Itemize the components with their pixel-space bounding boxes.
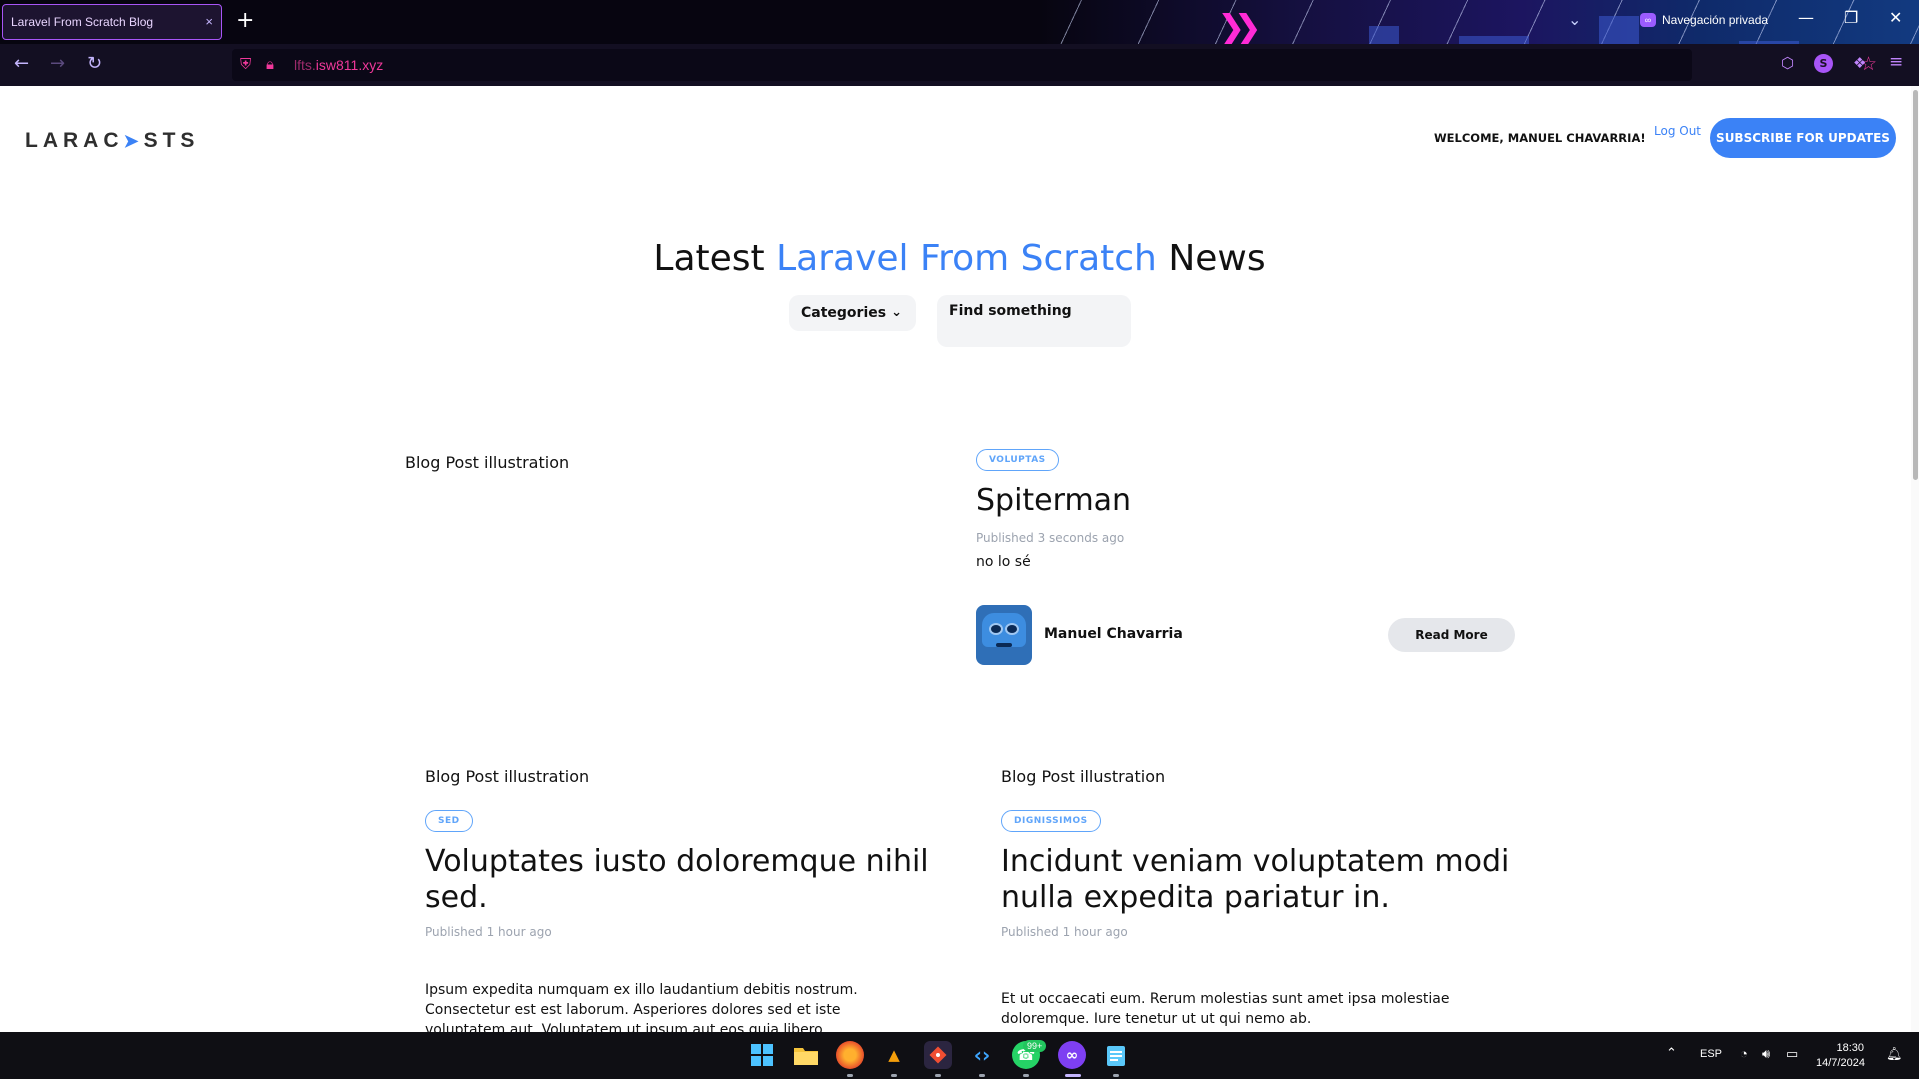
battery-icon[interactable]: ▭ [1786,1046,1798,1062]
welcome-text: WELCOME, MANUEL CHAVARRIA! [1434,131,1646,145]
post-image: Blog Post illustration [425,767,590,786]
search-input[interactable] [949,303,1119,319]
restore-button[interactable]: ❐ [1844,8,1858,27]
read-more-button[interactable]: Read More [1388,618,1515,652]
featured-post-image: Blog Post illustration [405,453,570,472]
published-date: Published 3 seconds ago [976,531,1125,545]
page-scrollbar[interactable] [1911,86,1919,1032]
dbeaver-icon[interactable]: ▲ [880,1041,908,1069]
pocket-icon[interactable]: ⬡ [1781,54,1794,72]
browser-nav-bar: ← → ↻ ⛨ 🔒︎ lfts.isw811.xyz ☆ ⬡ S ❖ ≡ [0,44,1919,86]
close-window-button[interactable]: ✕ [1889,8,1902,27]
featured-post-excerpt: no lo sé [976,554,1031,570]
private-mask-icon: ∞ [1640,13,1656,27]
chevron-art-icon: ❯❯ [1217,8,1262,44]
categories-label: Categories [801,305,887,321]
volume-icon[interactable]: 🔊︎ [1762,1046,1770,1062]
notification-count-badge: 99+ [1023,1040,1047,1052]
tab-active[interactable]: Laravel From Scratch Blog × [2,4,222,40]
chevron-down-icon: ⌄ [891,305,902,320]
account-avatar[interactable]: S [1814,54,1833,73]
logout-link[interactable]: Log Out [1654,124,1701,138]
vscode-icon[interactable]: ‹› [968,1041,996,1069]
windows-start-icon[interactable] [748,1041,776,1069]
page-viewport: LARAC➤STS WELCOME, MANUEL CHAVARRIA! Log… [0,86,1919,1032]
tab-close-icon[interactable]: × [205,5,213,39]
title-accent: Laravel From Scratch [776,238,1157,279]
system-clock[interactable]: 18:30 14/7/2024 [1816,1041,1865,1071]
featured-post-title[interactable]: Spiterman [976,483,1131,519]
category-badge[interactable]: VOLUPTAS [976,449,1059,471]
list-all-tabs-icon[interactable]: ⌄ [1568,10,1581,29]
site-logo[interactable]: LARAC➤STS [25,129,199,153]
forward-button[interactable]: → [50,53,65,74]
post-excerpt: Et ut occaecati eum. Rerum molestias sun… [1001,991,1450,1027]
extensions-icon[interactable]: ❖ [1853,54,1866,72]
author-avatar [976,605,1032,665]
private-browsing-label: Navegación privada [1662,13,1769,27]
private-browsing-indicator: ∞ Navegación privada [1640,13,1768,27]
published-date: Published 1 hour ago [425,925,552,939]
file-explorer-icon[interactable] [792,1041,820,1069]
post-title[interactable]: Incidunt veniam voluptatem modi nulla ex… [1001,844,1521,916]
category-badge[interactable]: SED [425,810,473,832]
wifi-icon[interactable]: ◔ [1740,1046,1748,1061]
post-title[interactable]: Voluptates iusto doloremque nihil sed. [425,844,945,916]
category-badge[interactable]: DIGNISSIMOS [1001,810,1101,832]
subscribe-button[interactable]: SUBSCRIBE FOR UPDATES [1710,118,1896,158]
post-image: Blog Post illustration [1001,767,1166,786]
search-box[interactable] [937,295,1131,347]
os-taskbar: ▲ ‹› ☎︎ 99+ ∞ ⌃ ESP ◔ 🔊︎ ▭ 18:30 14/7/20… [0,1032,1919,1079]
paper-plane-icon: ➤ [123,131,144,151]
notepad-icon[interactable] [1102,1041,1130,1069]
tracking-protection-icon[interactable]: ⛨ [240,55,251,73]
reload-button[interactable]: ↻ [87,53,102,74]
git-app-icon[interactable] [924,1041,952,1069]
firefox-icon[interactable] [836,1041,864,1069]
notifications-icon[interactable]: 🔔︎ [1886,1046,1903,1062]
new-tab-button[interactable]: + [236,8,254,34]
tray-overflow-icon[interactable]: ⌃ [1666,1045,1677,1061]
clock-date: 14/7/2024 [1816,1057,1865,1069]
lock-insecure-icon[interactable]: 🔒︎ [266,55,274,73]
firefox-private-icon[interactable]: ∞ [1058,1041,1086,1069]
clock-time: 18:30 [1836,1042,1864,1054]
post-excerpt: Ipsum expedita numquam ex illo laudantiu… [425,982,858,1032]
input-language[interactable]: ESP [1700,1048,1722,1060]
theme-background-art: ❯❯ [1039,0,1919,44]
menu-icon[interactable]: ≡ [1889,52,1903,72]
browser-tab-bar: ❯❯ Laravel From Scratch Blog × + ⌄ ∞ Nav… [0,0,1919,44]
scrollbar-thumb[interactable] [1913,90,1918,480]
back-button[interactable]: ← [14,53,29,74]
url-text[interactable]: lfts.isw811.xyz [294,57,383,73]
page-title: Latest Laravel From Scratch News [653,238,1266,279]
author-name: Manuel Chavarria [1044,626,1183,642]
minimize-button[interactable]: — [1798,8,1814,27]
categories-dropdown[interactable]: Categories ⌄ [789,295,916,331]
published-date: Published 1 hour ago [1001,925,1128,939]
tab-title: Laravel From Scratch Blog [11,15,154,29]
address-bar[interactable]: ⛨ 🔒︎ lfts.isw811.xyz ☆ [232,49,1877,81]
